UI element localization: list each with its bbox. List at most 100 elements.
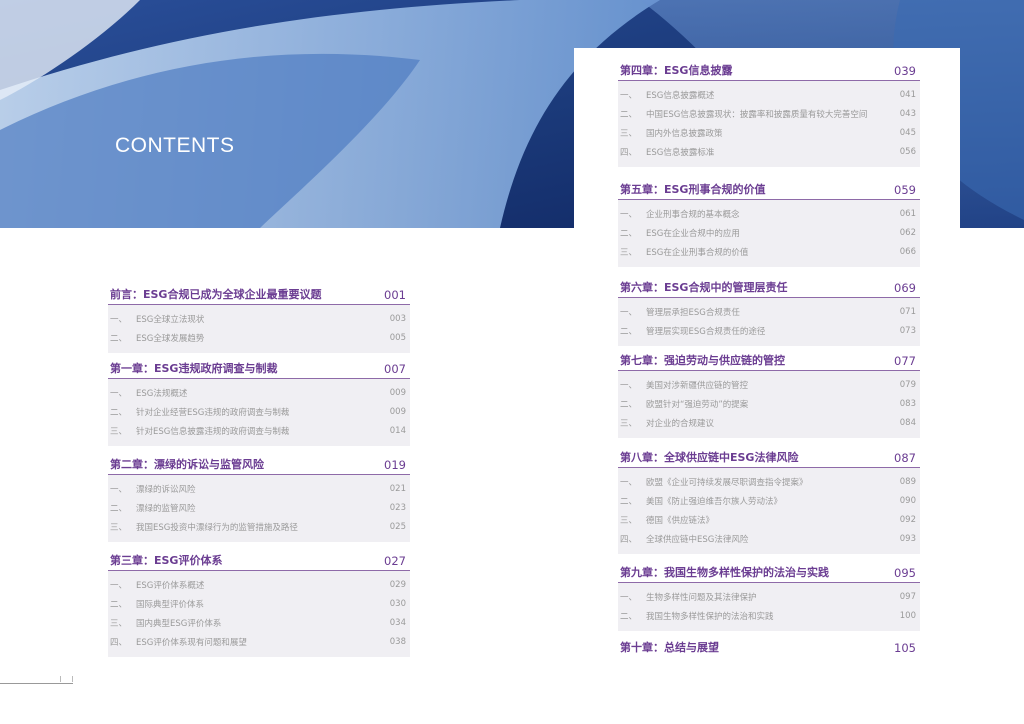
section-number: 二、 <box>620 611 638 622</box>
section-list: 一、 ESG全球立法现状 003 二、 ESG全球发展趋势 005 <box>108 305 410 353</box>
section-item[interactable]: 二、 国际典型评价体系 030 <box>108 594 410 613</box>
section-item[interactable]: 四、 ESG信息披露标准 056 <box>618 142 920 161</box>
section-item[interactable]: 四、 ESG评价体系现有问题和展望 038 <box>108 632 410 651</box>
section-page: 045 <box>899 127 916 138</box>
section-title: ESG法规概述 <box>136 388 188 399</box>
chapter-heading[interactable]: 第二章：漂绿的诉讼与监管风险 019 <box>108 458 410 475</box>
section-number: 三、 <box>620 128 638 139</box>
chapter-title: 第七章：强迫劳动与供应链的管控 <box>620 354 785 367</box>
chapter-title: 前言：ESG合规已成为全球企业最重要议题 <box>110 288 322 301</box>
section-item[interactable]: 二、 漂绿的监管风险 023 <box>108 498 410 517</box>
section-item[interactable]: 一、 ESG法规概述 009 <box>108 383 410 402</box>
chapter-heading[interactable]: 第五章：ESG刑事合规的价值 059 <box>618 183 920 200</box>
section-item[interactable]: 二、 ESG全球发展趋势 005 <box>108 328 410 347</box>
chapter-title: 第五章：ESG刑事合规的价值 <box>620 183 766 196</box>
section-number: 一、 <box>110 484 128 495</box>
section-number: 二、 <box>620 399 638 410</box>
section-title: 中国ESG信息披露现状：披露率和披露质量有较大完善空间 <box>646 109 868 120</box>
section-page: 025 <box>389 521 406 532</box>
section-title: 生物多样性问题及其法律保护 <box>646 592 757 603</box>
section-number: 一、 <box>620 380 638 391</box>
chapter-title: 第十章：总结与展望 <box>620 641 719 654</box>
chapter-title: 第九章：我国生物多样性保护的法治与实践 <box>620 566 829 579</box>
section-item[interactable]: 一、 ESG信息披露概述 041 <box>618 85 920 104</box>
section-item[interactable]: 一、 企业刑事合规的基本概念 061 <box>618 204 920 223</box>
chapter-page: 027 <box>384 554 406 568</box>
chapter-title: 第八章：全球供应链中ESG法律风险 <box>620 451 799 464</box>
section-page: 097 <box>899 591 916 602</box>
section-item[interactable]: 二、 中国ESG信息披露现状：披露率和披露质量有较大完善空间 043 <box>618 104 920 123</box>
section-item[interactable]: 三、 ESG在企业刑事合规的价值 066 <box>618 242 920 261</box>
section-page: 062 <box>899 227 916 238</box>
section-page: 038 <box>389 636 406 647</box>
section-item[interactable]: 三、 德国《供应链法》 092 <box>618 510 920 529</box>
section-title: 漂绿的监管风险 <box>136 503 196 514</box>
section-item[interactable]: 二、 我国生物多样性保护的法治和实践 100 <box>618 606 920 625</box>
section-number: 一、 <box>620 592 638 603</box>
chapter-heading[interactable]: 第八章：全球供应链中ESG法律风险 087 <box>618 451 920 468</box>
chapter-heading[interactable]: 第七章：强迫劳动与供应链的管控 077 <box>618 354 920 371</box>
chapter-heading[interactable]: 第三章：ESG评价体系 027 <box>108 554 410 571</box>
chapter-heading[interactable]: 前言：ESG合规已成为全球企业最重要议题 001 <box>108 288 410 305</box>
chapter-heading[interactable]: 第十章：总结与展望 105 <box>618 640 920 657</box>
section-item[interactable]: 一、 美国对涉新疆供应链的管控 079 <box>618 375 920 394</box>
section-item[interactable]: 一、 漂绿的诉讼风险 021 <box>108 479 410 498</box>
section-title: 国内外信息披露政策 <box>646 128 723 139</box>
section-page: 041 <box>899 89 916 100</box>
section-item[interactable]: 二、 管理层实现ESG合规责任的途径 073 <box>618 321 920 340</box>
section-number: 一、 <box>110 314 128 325</box>
chapter-block: 第十章：总结与展望 105 <box>618 640 920 657</box>
section-item[interactable]: 三、 国内外信息披露政策 045 <box>618 123 920 142</box>
section-item[interactable]: 二、 欧盟针对“强迫劳动”的提案 083 <box>618 394 920 413</box>
section-item[interactable]: 一、 欧盟《企业可持续发展尽职调查指令提案》 089 <box>618 472 920 491</box>
section-item[interactable]: 二、 ESG在企业合规中的应用 062 <box>618 223 920 242</box>
section-number: 一、 <box>110 580 128 591</box>
chapter-page: 019 <box>384 458 406 472</box>
footer-mark <box>72 676 73 682</box>
section-item[interactable]: 四、 全球供应链中ESG法律风险 093 <box>618 529 920 548</box>
section-item[interactable]: 二、 针对企业经营ESG违规的政府调查与制裁 009 <box>108 402 410 421</box>
section-page: 014 <box>389 425 406 436</box>
chapter-block: 第七章：强迫劳动与供应链的管控 077 一、 美国对涉新疆供应链的管控 079 二、 欧盟针… <box>618 354 920 438</box>
chapter-page: 087 <box>894 451 916 465</box>
section-number: 二、 <box>620 228 638 239</box>
chapter-block: 第一章：ESG违规政府调查与制裁 007 一、 ESG法规概述 009 二、 针对企业经营E… <box>108 362 410 446</box>
section-page: 009 <box>389 387 406 398</box>
section-item[interactable]: 二、 美国《防止强迫维吾尔族人劳动法》 090 <box>618 491 920 510</box>
section-item[interactable]: 三、 国内典型ESG评价体系 034 <box>108 613 410 632</box>
section-title: 欧盟针对“强迫劳动”的提案 <box>646 399 749 410</box>
chapter-page: 077 <box>894 354 916 368</box>
section-page: 009 <box>389 406 406 417</box>
chapter-title: 第一章：ESG违规政府调查与制裁 <box>110 362 278 375</box>
section-item[interactable]: 一、 ESG评价体系概述 029 <box>108 575 410 594</box>
section-number: 二、 <box>110 333 128 344</box>
section-item[interactable]: 三、 对企业的合规建议 084 <box>618 413 920 432</box>
section-number: 二、 <box>110 407 128 418</box>
chapter-heading[interactable]: 第九章：我国生物多样性保护的法治与实践 095 <box>618 566 920 583</box>
chapter-heading[interactable]: 第四章：ESG信息披露 039 <box>618 64 920 81</box>
section-page: 100 <box>899 610 916 621</box>
section-page: 061 <box>899 208 916 219</box>
section-title: 美国对涉新疆供应链的管控 <box>646 380 749 391</box>
section-item[interactable]: 三、 我国ESG投资中漂绿行为的监管措施及路径 025 <box>108 517 410 536</box>
section-item[interactable]: 一、 ESG全球立法现状 003 <box>108 309 410 328</box>
chapter-page: 059 <box>894 183 916 197</box>
chapter-heading[interactable]: 第六章：ESG合规中的管理层责任 069 <box>618 281 920 298</box>
section-number: 四、 <box>620 147 638 158</box>
section-title: ESG信息披露标准 <box>646 147 715 158</box>
section-list: 一、 ESG法规概述 009 二、 针对企业经营ESG违规的政府调查与制裁 009 三、 针对… <box>108 379 410 446</box>
section-item[interactable]: 三、 针对ESG信息披露违规的政府调查与制裁 014 <box>108 421 410 440</box>
section-item[interactable]: 一、 生物多样性问题及其法律保护 097 <box>618 587 920 606</box>
section-title: 针对ESG信息披露违规的政府调查与制裁 <box>136 426 290 437</box>
section-title: 管理层实现ESG合规责任的途径 <box>646 326 766 337</box>
chapter-block: 第九章：我国生物多样性保护的法治与实践 095 一、 生物多样性问题及其法律保护 097… <box>618 566 920 631</box>
contents-title: CONTENTS <box>115 134 235 157</box>
section-number: 三、 <box>110 618 128 629</box>
section-page: 071 <box>899 306 916 317</box>
chapter-block: 第五章：ESG刑事合规的价值 059 一、 企业刑事合规的基本概念 061 二、 ESG在企… <box>618 183 920 267</box>
chapter-heading[interactable]: 第一章：ESG违规政府调查与制裁 007 <box>108 362 410 379</box>
section-page: 073 <box>899 325 916 336</box>
section-item[interactable]: 一、 管理层承担ESG合规责任 071 <box>618 302 920 321</box>
section-page: 029 <box>389 579 406 590</box>
section-number: 四、 <box>620 534 638 545</box>
